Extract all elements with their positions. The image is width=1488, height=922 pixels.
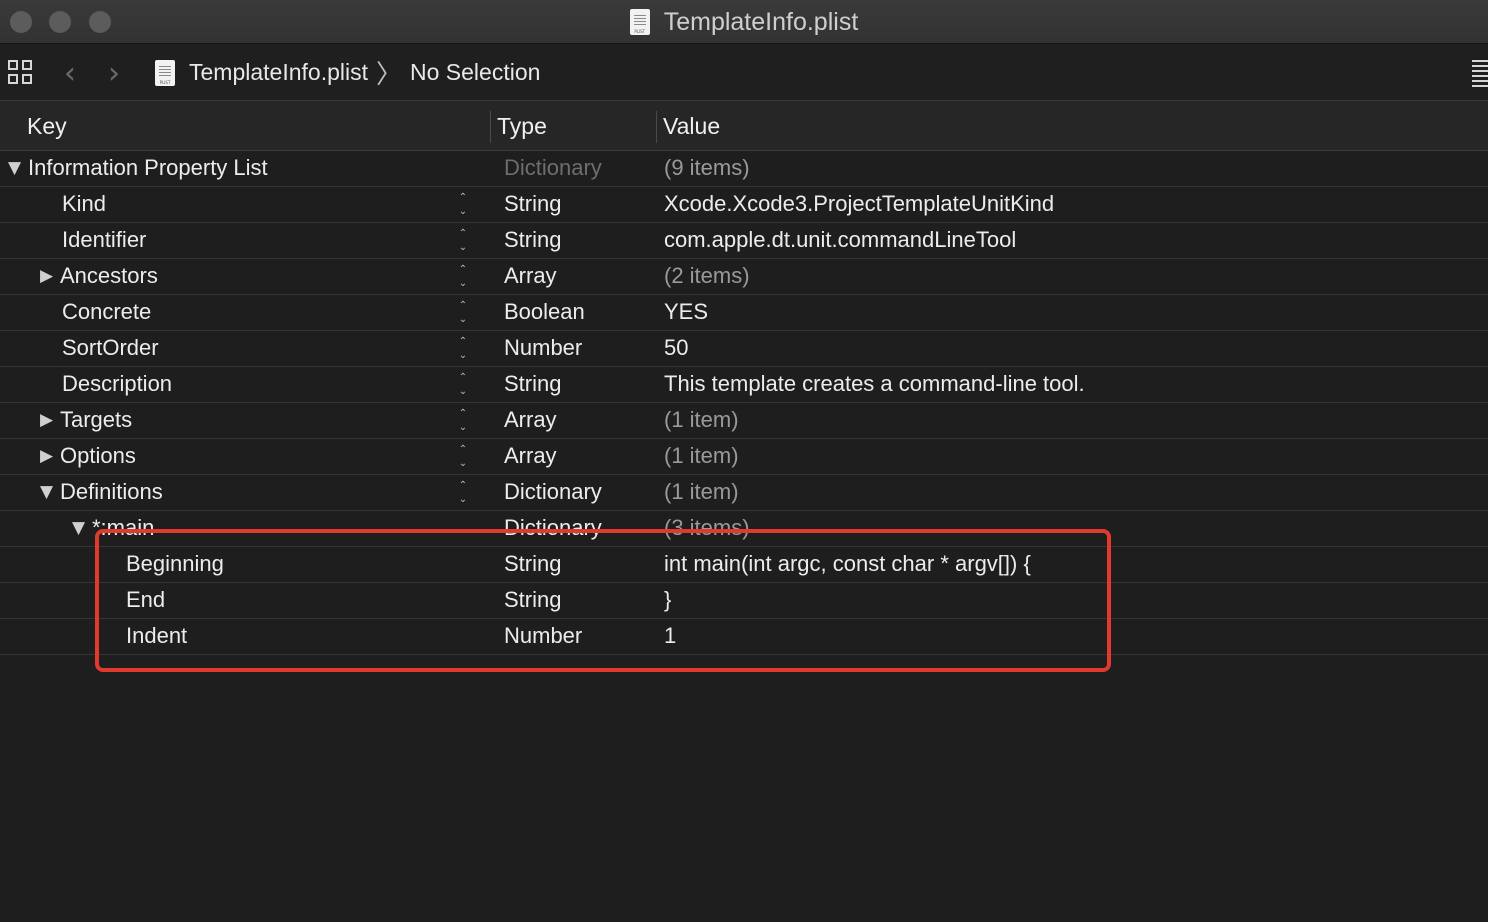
row-value[interactable]: (2 items) [664, 263, 750, 289]
forward-arrow-icon[interactable]: › [108, 56, 120, 91]
type-stepper-icon[interactable]: ⌃ ⌄ [454, 336, 472, 362]
table-row[interactable]: ▼ Definitions ⌃ ⌄ Dictionary (1 item) [0, 475, 1488, 511]
breadcrumb-separator-icon: 〉 [375, 60, 402, 90]
window-title-text: TemplateInfo.plist [663, 7, 859, 36]
back-arrow-icon[interactable]: ‹ [64, 56, 76, 91]
row-key[interactable]: SortOrder [62, 335, 159, 361]
type-stepper-icon[interactable]: ⌃ ⌄ [454, 480, 472, 506]
row-key[interactable]: Targets [60, 407, 132, 433]
collapse-triangle-icon[interactable]: ▼ [40, 482, 60, 502]
type-stepper-icon[interactable]: ⌃ ⌄ [454, 300, 472, 326]
row-value[interactable]: int main(int argc, const char * argv[]) … [664, 551, 1031, 577]
table-row[interactable]: Concrete ⌃ ⌄ Boolean YES [0, 295, 1488, 331]
jump-bar: ‹ › TemplateInfo.plist 〉 No Selection [0, 44, 1488, 101]
row-type[interactable]: Number [504, 623, 582, 649]
row-value[interactable]: (1 item) [664, 443, 739, 469]
row-type[interactable]: String [504, 587, 561, 613]
collapse-triangle-icon[interactable]: ▼ [72, 518, 92, 538]
row-type[interactable]: Array [504, 263, 557, 289]
row-value[interactable]: (1 item) [664, 407, 739, 433]
row-type[interactable]: Number [504, 335, 582, 361]
collapse-triangle-icon[interactable]: ▼ [8, 158, 28, 178]
type-stepper-icon[interactable]: ⌃ ⌄ [454, 408, 472, 434]
row-key[interactable]: Concrete [62, 299, 151, 325]
row-type[interactable]: Dictionary [504, 515, 602, 541]
editor-options-icon[interactable] [1472, 60, 1488, 88]
row-value[interactable]: (3 items) [664, 515, 750, 541]
column-type-header[interactable]: Type [497, 113, 547, 140]
row-key[interactable]: Definitions [60, 479, 163, 505]
row-key[interactable]: End [126, 587, 165, 613]
row-value[interactable]: } [664, 587, 671, 613]
row-value[interactable]: Xcode.Xcode3.ProjectTemplateUnitKind [664, 191, 1054, 217]
plist-file-icon [629, 9, 650, 35]
plist-file-icon [155, 59, 175, 86]
breadcrumb-selection[interactable]: No Selection [410, 59, 540, 86]
table-row[interactable]: SortOrder ⌃ ⌄ Number 50 [0, 331, 1488, 367]
table-row[interactable]: Indent Number 1 [0, 619, 1488, 655]
type-stepper-icon[interactable]: ⌃ ⌄ [454, 228, 472, 254]
expand-triangle-icon[interactable]: ▶ [40, 266, 60, 286]
row-type[interactable]: Boolean [504, 299, 585, 325]
type-stepper-icon[interactable]: ⌃ ⌄ [454, 264, 472, 290]
row-key[interactable]: *:main [92, 515, 154, 541]
row-type[interactable]: Array [504, 407, 557, 433]
column-divider[interactable] [656, 111, 657, 143]
window-title: TemplateInfo.plist [0, 0, 1488, 44]
column-key-header[interactable]: Key [27, 113, 67, 140]
related-items-grid-icon[interactable] [8, 60, 34, 86]
table-row[interactable]: ▶ Targets ⌃ ⌄ Array (1 item) [0, 403, 1488, 439]
row-key[interactable]: Indent [126, 623, 187, 649]
table-row[interactable]: Kind ⌃ ⌄ String Xcode.Xcode3.ProjectTempl… [0, 187, 1488, 223]
row-type[interactable]: String [504, 551, 561, 577]
row-type[interactable]: String [504, 191, 561, 217]
table-row[interactable]: ▶ Ancestors ⌃ ⌄ Array (2 items) [0, 259, 1488, 295]
row-key[interactable]: Options [60, 443, 136, 469]
row-value[interactable]: (1 item) [664, 479, 739, 505]
table-row[interactable]: ▶ Options ⌃ ⌄ Array (1 item) [0, 439, 1488, 475]
title-bar: TemplateInfo.plist [0, 0, 1488, 44]
table-row[interactable]: Description ⌃ ⌄ String This template crea… [0, 367, 1488, 403]
row-type[interactable]: String [504, 227, 561, 253]
plist-table: ▼ Information Property List Dictionary (… [0, 151, 1488, 655]
row-key[interactable]: Description [62, 371, 172, 397]
row-key[interactable]: Kind [62, 191, 106, 217]
column-value-header[interactable]: Value [663, 113, 720, 140]
expand-triangle-icon[interactable]: ▶ [40, 410, 60, 430]
expand-triangle-icon[interactable]: ▶ [40, 446, 60, 466]
row-value[interactable]: This template creates a command-line too… [664, 371, 1085, 397]
table-row[interactable]: ▼ Information Property List Dictionary (… [0, 151, 1488, 187]
table-row[interactable]: Identifier ⌃ ⌄ String com.apple.dt.unit.c… [0, 223, 1488, 259]
type-stepper-icon[interactable]: ⌃ ⌄ [454, 192, 472, 218]
row-value[interactable]: com.apple.dt.unit.commandLineTool [664, 227, 1016, 253]
type-stepper-icon[interactable]: ⌃ ⌄ [454, 372, 472, 398]
row-value[interactable]: (9 items) [664, 155, 750, 181]
table-row[interactable]: Beginning String int main(int argc, cons… [0, 547, 1488, 583]
row-type[interactable]: String [504, 371, 561, 397]
row-key[interactable]: Beginning [126, 551, 224, 577]
type-stepper-icon[interactable]: ⌃ ⌄ [454, 444, 472, 470]
column-header: Key Type Value [0, 101, 1488, 151]
row-type[interactable]: Dictionary [504, 479, 602, 505]
row-value[interactable]: 1 [664, 623, 676, 649]
column-divider[interactable] [490, 111, 491, 143]
breadcrumb: TemplateInfo.plist 〉 No Selection [155, 44, 540, 101]
row-value[interactable]: 50 [664, 335, 688, 361]
row-value[interactable]: YES [664, 299, 708, 325]
breadcrumb-file[interactable]: TemplateInfo.plist [189, 59, 368, 86]
table-row[interactable]: End String } [0, 583, 1488, 619]
row-key[interactable]: Identifier [62, 227, 146, 253]
row-type[interactable]: Dictionary [504, 155, 602, 181]
table-row[interactable]: ▼ *:main Dictionary (3 items) [0, 511, 1488, 547]
row-key[interactable]: Ancestors [60, 263, 158, 289]
row-key[interactable]: Information Property List [28, 155, 268, 181]
row-type[interactable]: Array [504, 443, 557, 469]
